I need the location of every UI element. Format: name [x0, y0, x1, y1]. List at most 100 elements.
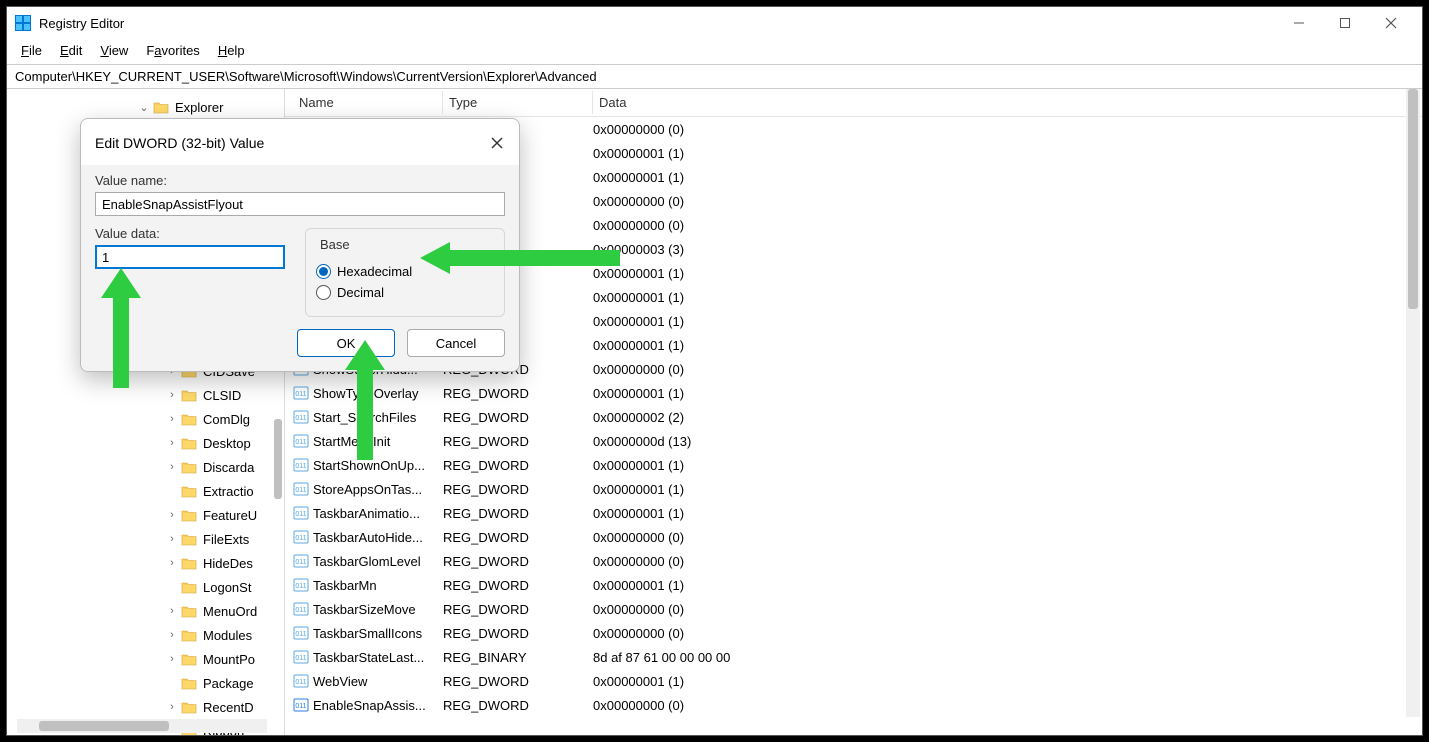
value-name: StoreAppsOnTas... [313, 482, 443, 497]
tree-scrollbar-thumb[interactable] [274, 419, 282, 499]
tree-item[interactable]: ›Desktop [7, 431, 284, 455]
tree-item[interactable]: Extractio [7, 479, 284, 503]
radio-circle-icon [316, 264, 331, 279]
value-icon: 011 [293, 697, 309, 713]
svg-text:011: 011 [295, 439, 306, 446]
chevron-down-icon[interactable]: ⌄ [137, 101, 151, 114]
value-icon: 011 [293, 625, 309, 641]
tree-item[interactable]: Package [7, 671, 284, 695]
value-data-input[interactable] [95, 245, 285, 269]
registry-value-row[interactable]: 011TaskbarGlomLevelREG_DWORD0x00000000 (… [285, 549, 1422, 573]
value-icon: 011 [293, 385, 309, 401]
tree-item[interactable]: ›MountPo [7, 647, 284, 671]
address-bar[interactable]: Computer\HKEY_CURRENT_USER\Software\Micr… [7, 64, 1422, 89]
registry-value-row[interactable]: 011TaskbarAnimatio...REG_DWORD0x00000001… [285, 501, 1422, 525]
radio-hexadecimal[interactable]: Hexadecimal [316, 264, 494, 279]
svg-text:011: 011 [295, 583, 306, 590]
chevron-right-icon[interactable]: › [165, 437, 179, 449]
maximize-button[interactable] [1322, 7, 1368, 39]
tree-item[interactable]: ›ComDlg [7, 407, 284, 431]
menu-help[interactable]: Help [218, 43, 245, 58]
value-name-input[interactable] [95, 192, 505, 216]
svg-text:011: 011 [295, 559, 306, 566]
svg-text:011: 011 [295, 703, 306, 710]
tree-item[interactable]: ›HideDes [7, 551, 284, 575]
chevron-right-icon[interactable]: › [165, 533, 179, 545]
menu-view[interactable]: View [100, 43, 128, 58]
value-data: 0x00000001 (1) [593, 290, 1422, 305]
minimize-button[interactable] [1276, 7, 1322, 39]
column-headers[interactable]: Name Type Data [285, 89, 1422, 117]
chevron-right-icon[interactable]: › [165, 557, 179, 569]
value-data: 0x00000002 (2) [593, 410, 1422, 425]
menu-favorites[interactable]: Favorites [146, 43, 199, 58]
value-icon: 011 [293, 529, 309, 545]
dialog-close-button[interactable] [483, 129, 511, 157]
tree-label: Package [203, 676, 254, 691]
registry-value-row[interactable]: 011Start_SearchFilesREG_DWORD0x00000002 … [285, 405, 1422, 429]
menu-file[interactable]: File [21, 43, 42, 58]
chevron-right-icon[interactable]: › [165, 605, 179, 617]
tree-item[interactable]: ›FileExts [7, 527, 284, 551]
value-data: 0x0000000d (13) [593, 434, 1422, 449]
base-fieldset: Base Hexadecimal Decimal [305, 228, 505, 317]
registry-value-row[interactable]: 011StartShownOnUp...REG_DWORD0x00000001 … [285, 453, 1422, 477]
chevron-right-icon[interactable]: › [165, 629, 179, 641]
close-button[interactable] [1368, 7, 1414, 39]
cancel-button[interactable]: Cancel [407, 329, 505, 357]
registry-value-row[interactable]: 011StoreAppsOnTas...REG_DWORD0x00000001 … [285, 477, 1422, 501]
col-name[interactable]: Name [293, 91, 443, 114]
registry-value-row[interactable]: 011StartMenuInitREG_DWORD0x0000000d (13) [285, 429, 1422, 453]
main-scrollbar[interactable] [1406, 89, 1420, 717]
col-data[interactable]: Data [593, 91, 1422, 114]
tree-item-explorer[interactable]: ⌄ Explorer [7, 95, 284, 119]
tree-item[interactable]: ›Discarda [7, 455, 284, 479]
col-type[interactable]: Type [443, 91, 593, 114]
tree-item[interactable]: ›Modules [7, 623, 284, 647]
tree-item[interactable]: ›RecentD [7, 695, 284, 719]
value-name: ShowTypeOverlay [313, 386, 443, 401]
main-scrollbar-thumb[interactable] [1408, 89, 1418, 309]
registry-value-row[interactable]: 011EnableSnapAssis...REG_DWORD0x00000000… [285, 693, 1422, 717]
registry-value-row[interactable]: 011ShowTypeOverlayREG_DWORD0x00000001 (1… [285, 381, 1422, 405]
value-data: 8d af 87 61 00 00 00 00 [593, 650, 1422, 665]
folder-icon [181, 460, 197, 474]
chevron-right-icon[interactable]: › [165, 413, 179, 425]
value-type: REG_DWORD [443, 482, 593, 497]
registry-value-row[interactable]: 011TaskbarStateLast...REG_BINARY8d af 87… [285, 645, 1422, 669]
registry-value-row[interactable]: 011TaskbarAutoHide...REG_DWORD0x00000000… [285, 525, 1422, 549]
registry-value-row[interactable]: 011WebViewREG_DWORD0x00000001 (1) [285, 669, 1422, 693]
value-name: TaskbarMn [313, 578, 443, 593]
registry-value-row[interactable]: 011TaskbarMnREG_DWORD0x00000001 (1) [285, 573, 1422, 597]
radio-decimal[interactable]: Decimal [316, 285, 494, 300]
dialog-title: Edit DWORD (32-bit) Value [95, 135, 264, 151]
chevron-right-icon[interactable]: › [165, 653, 179, 665]
tree-item[interactable]: ›MenuOrd [7, 599, 284, 623]
value-data: 0x00000001 (1) [593, 266, 1422, 281]
value-type: REG_DWORD [443, 626, 593, 641]
tree-label: Explorer [175, 100, 223, 115]
tree-item[interactable]: ›CLSID [7, 383, 284, 407]
value-type: REG_BINARY [443, 650, 593, 665]
registry-value-row[interactable]: 011TaskbarSmallIconsREG_DWORD0x00000000 … [285, 621, 1422, 645]
menu-edit[interactable]: Edit [60, 43, 82, 58]
chevron-right-icon[interactable]: › [165, 509, 179, 521]
address-path: Computer\HKEY_CURRENT_USER\Software\Micr… [15, 69, 597, 84]
value-data: 0x00000001 (1) [593, 170, 1422, 185]
svg-text:011: 011 [295, 511, 306, 518]
chevron-right-icon[interactable]: › [165, 701, 179, 713]
chevron-right-icon[interactable]: › [165, 461, 179, 473]
horizontal-scrollbar-thumb[interactable] [39, 721, 169, 731]
tree-item[interactable]: ›FeatureU [7, 503, 284, 527]
horizontal-scrollbar[interactable] [17, 719, 267, 733]
chevron-right-icon[interactable]: › [165, 389, 179, 401]
value-data: 0x00000001 (1) [593, 314, 1422, 329]
registry-value-row[interactable]: 011TaskbarSizeMoveREG_DWORD0x00000000 (0… [285, 597, 1422, 621]
ok-button[interactable]: OK [297, 329, 395, 357]
value-data: 0x00000001 (1) [593, 146, 1422, 161]
tree-item[interactable]: LogonSt [7, 575, 284, 599]
svg-text:011: 011 [295, 607, 306, 614]
value-data: 0x00000001 (1) [593, 674, 1422, 689]
value-data: 0x00000001 (1) [593, 506, 1422, 521]
value-icon: 011 [293, 553, 309, 569]
